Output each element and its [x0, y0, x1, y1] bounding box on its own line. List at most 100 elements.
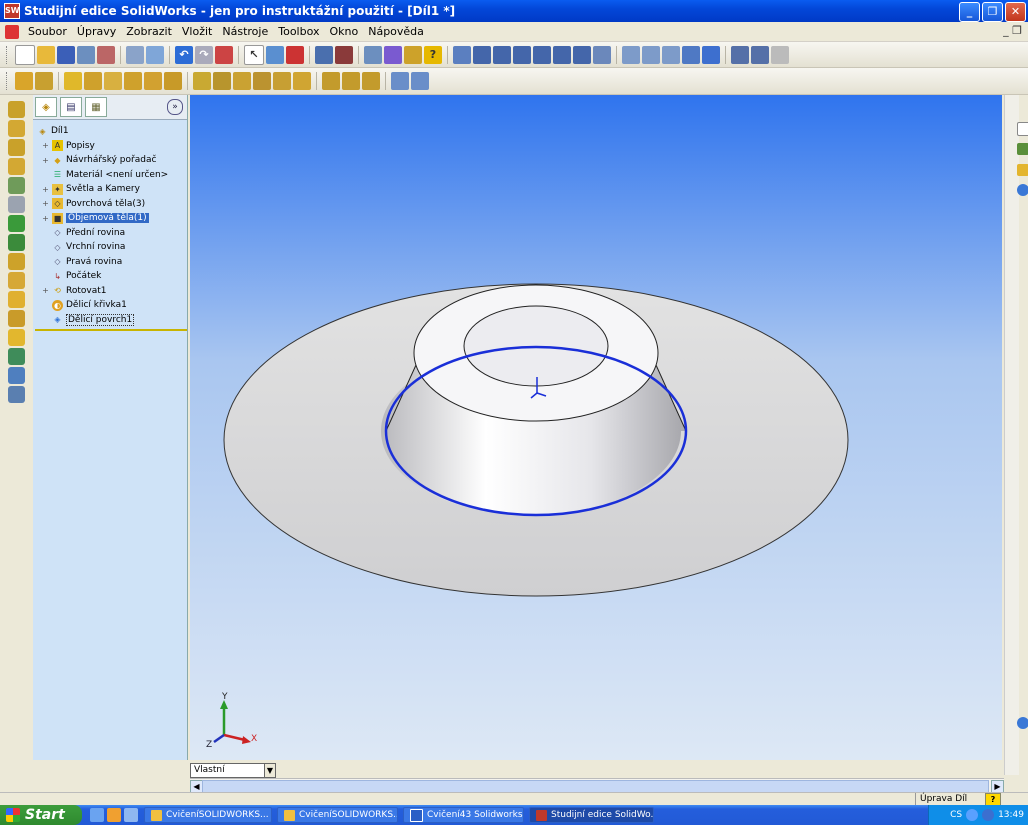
- tree-item-povrchova-tela[interactable]: + ◇ Povrchová těla(3): [35, 197, 187, 212]
- sweep-icon[interactable]: [84, 72, 102, 90]
- configuration-select[interactable]: Vlastní: [190, 763, 265, 778]
- scale-icon[interactable]: [273, 72, 291, 90]
- wireframe-icon[interactable]: [622, 45, 640, 64]
- knit-surface-icon[interactable]: [8, 310, 25, 327]
- rib-icon[interactable]: [164, 72, 182, 90]
- collapse-panel-icon[interactable]: »: [167, 99, 183, 115]
- rebuild-icon[interactable]: [215, 45, 233, 64]
- restore-button[interactable]: ❐: [982, 2, 1003, 22]
- fill-surface-icon[interactable]: [8, 253, 25, 270]
- taskbar-item-cviceni-1[interactable]: CvičeníSOLIDWORKS...: [144, 807, 272, 823]
- expand-icon[interactable]: +: [41, 156, 50, 165]
- language-indicator[interactable]: CS: [950, 810, 962, 820]
- expand-icon[interactable]: +: [41, 286, 50, 295]
- linear-pattern-icon[interactable]: [322, 72, 340, 90]
- save-icon[interactable]: [57, 45, 75, 64]
- extrude-boss-icon[interactable]: [8, 101, 25, 118]
- horizontal-scrollbar[interactable]: ◀ ▶: [190, 778, 1004, 793]
- revolve-boss-icon[interactable]: [8, 120, 25, 137]
- mass-properties-icon[interactable]: [384, 45, 402, 64]
- graphics-area[interactable]: Y X Z: [190, 95, 1002, 760]
- network-icon[interactable]: [982, 809, 995, 821]
- model-view[interactable]: Y X Z: [190, 95, 1002, 760]
- start-button[interactable]: Start: [0, 805, 82, 825]
- grid-icon[interactable]: [315, 45, 333, 64]
- document-window-controls[interactable]: _ ❐: [1003, 24, 1022, 37]
- tab-configuration-manager[interactable]: ▦: [85, 97, 107, 117]
- shaded-icon[interactable]: [702, 45, 720, 64]
- revolve-icon[interactable]: [64, 72, 82, 90]
- expand-icon[interactable]: +: [41, 199, 50, 208]
- print-icon[interactable]: [77, 45, 95, 64]
- measure-icon[interactable]: [364, 45, 382, 64]
- realview-icon[interactable]: [771, 45, 789, 64]
- expand-icon[interactable]: +: [41, 214, 50, 223]
- cut-extrude-icon[interactable]: [124, 72, 142, 90]
- view-selector-icon[interactable]: [453, 45, 471, 64]
- draft-icon[interactable]: [213, 72, 231, 90]
- chevron-down-icon[interactable]: ▼: [264, 763, 276, 778]
- trim-surface-icon[interactable]: [8, 291, 25, 308]
- toolbar-grip[interactable]: [6, 45, 10, 64]
- toolbar-grip-2[interactable]: [6, 72, 10, 90]
- select-icon[interactable]: ↖: [244, 44, 264, 65]
- tray-expand-icon[interactable]: [966, 809, 979, 821]
- loft-boss-icon[interactable]: [8, 158, 25, 175]
- menu-soubor[interactable]: Soubor: [23, 25, 72, 38]
- browser-icon[interactable]: [107, 808, 121, 822]
- dome-icon[interactable]: [253, 72, 271, 90]
- tab-feature-manager[interactable]: ◈: [35, 97, 57, 117]
- menu-toolbox[interactable]: Toolbox: [273, 25, 324, 38]
- taskbar-item-cviceni-2[interactable]: CvičeníSOLIDWORKS...: [277, 807, 398, 823]
- tree-item-popisy[interactable]: + A Popisy: [35, 139, 187, 154]
- sketch-icon[interactable]: [266, 45, 284, 64]
- shadows-icon[interactable]: [751, 45, 769, 64]
- search-task-icon[interactable]: [1017, 184, 1028, 196]
- standard-views-icon[interactable]: [593, 45, 611, 64]
- photoworks-icon[interactable]: [404, 45, 422, 64]
- offset-surface-icon[interactable]: [8, 215, 25, 232]
- tree-item-delici-krivka1[interactable]: ◐ Dělicí křivka1: [35, 298, 187, 313]
- redo-icon[interactable]: ↷: [195, 45, 213, 64]
- smart-dimension-icon[interactable]: [286, 45, 304, 64]
- tree-item-vrchni-rovina[interactable]: ◇ Vrchní rovina: [35, 240, 187, 255]
- menu-upravy[interactable]: Úpravy: [72, 25, 121, 38]
- extrude-icon[interactable]: [15, 72, 33, 90]
- undo-icon[interactable]: ↶: [175, 45, 193, 64]
- help-icon[interactable]: ?: [424, 45, 442, 64]
- menu-vlozit[interactable]: Vložit: [177, 25, 217, 38]
- file-explorer-icon[interactable]: [1017, 164, 1028, 176]
- tree-item-delici-povrch1[interactable]: ◈ Dělicí povrch1: [35, 313, 187, 328]
- tree-item-prava-rovina[interactable]: ◇ Pravá rovina: [35, 255, 187, 270]
- expand-task-pane-icon[interactable]: [1017, 717, 1028, 729]
- tree-item-objemova-tela[interactable]: + ■ Objemová těla(1): [35, 211, 187, 226]
- tree-item-material[interactable]: ☰ Materiál <není určen>: [35, 168, 187, 183]
- menu-zobrazit[interactable]: Zobrazit: [121, 25, 177, 38]
- menu-okno[interactable]: Okno: [324, 25, 363, 38]
- cut-icon[interactable]: [97, 45, 115, 64]
- solidworks-app-icon[interactable]: SW: [4, 3, 20, 19]
- close-button[interactable]: ✕: [1005, 2, 1026, 22]
- tree-item-predni-rovina[interactable]: ◇ Přední rovina: [35, 226, 187, 241]
- sweep-boss-icon[interactable]: [8, 139, 25, 156]
- pan-icon[interactable]: [573, 45, 591, 64]
- section-view-icon[interactable]: [731, 45, 749, 64]
- tree-root[interactable]: ◈ Díl1: [35, 124, 187, 139]
- zoom-selection-icon[interactable]: [533, 45, 551, 64]
- tree-item-pocatek[interactable]: ↳ Počátek: [35, 269, 187, 284]
- move-face-icon[interactable]: [8, 367, 25, 384]
- rotate-view-icon[interactable]: [553, 45, 571, 64]
- split-icon[interactable]: [293, 72, 311, 90]
- menu-napoveda[interactable]: Nápověda: [363, 25, 429, 38]
- taskbar-item-solidworks[interactable]: Studijní edice SolidWo...: [529, 807, 654, 823]
- rollback-bar[interactable]: [35, 329, 187, 331]
- mold-tools-icon[interactable]: [8, 386, 25, 403]
- zoom-area-icon[interactable]: [493, 45, 511, 64]
- reference-geometry-icon[interactable]: [391, 72, 409, 90]
- open-icon[interactable]: [37, 45, 55, 64]
- vertical-scrollbar[interactable]: [1004, 95, 1019, 775]
- mirror-icon[interactable]: [362, 72, 380, 90]
- expand-icon[interactable]: +: [41, 141, 50, 150]
- copy-icon[interactable]: [126, 45, 144, 64]
- thicken-icon[interactable]: [8, 177, 25, 194]
